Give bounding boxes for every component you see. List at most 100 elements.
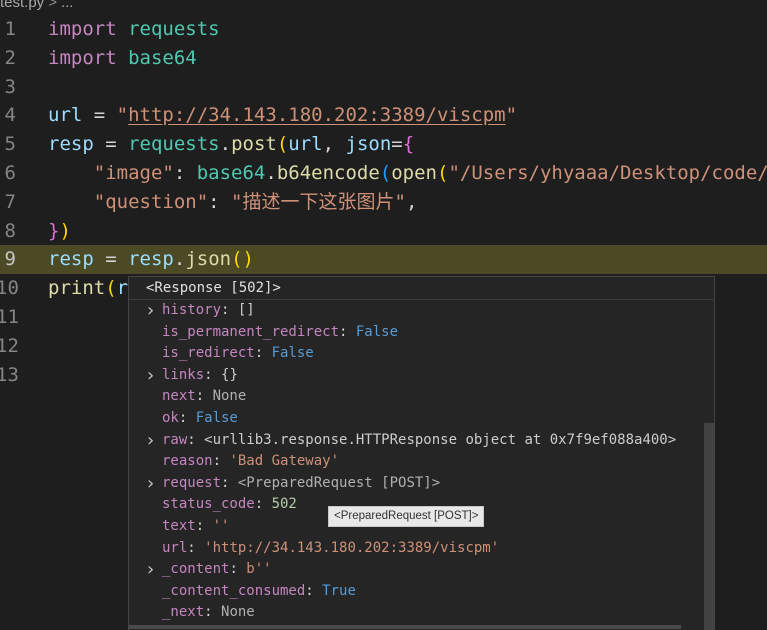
code-text[interactable]: import base64 — [48, 44, 197, 73]
variable-value: None — [221, 604, 255, 621]
code-token: url — [288, 133, 323, 156]
variable-value: 'http://34.143.180.202:3389/viscpm' — [204, 539, 500, 556]
chevron-right-icon[interactable]: › — [145, 365, 157, 386]
tree-row[interactable]: › raw: <urllib3.response.HTTPResponse obj… — [129, 430, 704, 451]
separator: : — [339, 323, 356, 340]
code-editor[interactable]: test.py >... 1 import requests 2 import base… — [0, 0, 767, 630]
code-line[interactable]: 2 import base64 — [0, 44, 767, 73]
variable-value: 502 — [271, 496, 297, 513]
debug-hover-widget[interactable]: <Response [502]> › history: [] is_permanen… — [128, 276, 715, 630]
code-token: } — [48, 219, 60, 242]
chevron-right-icon[interactable]: › — [145, 300, 157, 321]
variable-name: url — [162, 539, 188, 556]
code-token: http://34.143.180.202:3389/viscpm — [128, 104, 506, 127]
tree-row[interactable]: _content_consumed: True — [129, 581, 704, 602]
code-token: json — [185, 248, 232, 271]
line-number: 11 — [0, 306, 19, 328]
code-token: import — [48, 18, 117, 40]
breadcrumb[interactable]: test.py >... — [0, 0, 73, 12]
separator: : — [221, 302, 238, 318]
line-number: 12 — [0, 334, 19, 357]
chevron-right-icon[interactable]: › — [145, 473, 157, 494]
variable-value: True — [322, 582, 356, 599]
code-token: ( — [379, 162, 392, 184]
vertical-scrollbar[interactable] — [704, 423, 714, 630]
code-token: = — [391, 133, 403, 156]
tree-row[interactable]: url: 'http://34.143.180.202:3389/viscpm' — [129, 538, 704, 559]
code-token: { — [402, 133, 415, 156]
hover-title[interactable]: <Response [502]> — [129, 277, 714, 300]
code-token: ( — [105, 277, 117, 300]
code-token: requests — [128, 133, 220, 156]
separator: : — [195, 388, 213, 405]
code-line[interactable]: 8}) — [0, 217, 767, 246]
tree-row[interactable]: _next: None — [129, 602, 704, 623]
variable-name: _content_consumed — [162, 582, 306, 599]
code-text[interactable]: "image": base64.b64encode(open("/Users/y… — [48, 159, 767, 188]
code-line[interactable]: 5 resp = requests.post(url, json={ — [0, 130, 767, 159]
separator: : — [254, 496, 272, 513]
variable-name: links — [162, 366, 205, 383]
variable-value: 'Bad Gateway' — [229, 453, 340, 470]
tree-item: raw: <urllib3.response.HTTPResponse obje… — [162, 430, 676, 451]
variable-name: next — [162, 388, 196, 405]
tree-row[interactable]: is_redirect: False — [129, 343, 704, 364]
code-token: = — [93, 133, 129, 156]
code-token: resp — [48, 248, 94, 271]
tree-row[interactable]: › history: [] — [129, 300, 704, 321]
code-token: ( — [437, 162, 449, 184]
line-number: 3 — [4, 75, 16, 98]
code-token: open — [391, 162, 437, 184]
separator: : — [187, 539, 205, 556]
tree-row[interactable]: is_permanent_redirect: False — [129, 322, 704, 343]
code-text[interactable]: url = "http://34.143.180.202:3389/viscpm… — [48, 101, 517, 130]
tree-item: is_redirect: False — [162, 343, 314, 364]
code-text[interactable]: import requests — [48, 15, 220, 44]
code-line[interactable]: 3 — [0, 73, 767, 102]
breadcrumb-more[interactable]: ... — [61, 0, 74, 11]
code-token: import — [48, 46, 117, 69]
code-text[interactable]: resp = resp.json() — [48, 245, 254, 274]
code-token: ) — [59, 219, 71, 242]
tree-row[interactable]: ok: False — [129, 408, 704, 429]
code-token: b64encode — [276, 162, 380, 184]
code-token: ( — [276, 133, 289, 156]
code-token: url — [48, 104, 83, 127]
code-token: r — [116, 277, 129, 300]
variable-name: _next — [162, 604, 205, 621]
code-token: = — [82, 104, 117, 127]
chevron-right-icon[interactable]: › — [145, 559, 157, 580]
separator: : — [229, 561, 247, 578]
tree-row[interactable]: › _content: b'' — [129, 559, 704, 580]
code-text[interactable]: print(r — [48, 274, 128, 303]
variable-value: False — [195, 410, 238, 426]
code-text[interactable]: "question": "描述一下这张图片", — [48, 188, 418, 217]
code-text[interactable]: }) — [48, 217, 71, 246]
tree-row[interactable]: › request: <PreparedRequest [POST]> — [129, 473, 704, 494]
code-token: . — [219, 133, 232, 156]
variable-value: <urllib3.response.HTTPResponse object at… — [204, 431, 677, 448]
code-token: base64 — [196, 162, 266, 184]
variable-value: False — [271, 345, 314, 362]
line-number: 5 — [4, 133, 16, 156]
tree-row[interactable]: next: None — [129, 386, 704, 407]
tree-row[interactable]: reason: 'Bad Gateway' — [129, 451, 704, 472]
code-line[interactable]: 7 "question": "描述一下这张图片", — [0, 188, 767, 217]
code-line[interactable]: 9 resp = resp.json() — [0, 245, 767, 275]
tree-item: _content: b'' — [162, 559, 272, 580]
tree-item: _content_consumed: True — [162, 581, 356, 602]
code-line[interactable]: 4 url = "http://34.143.180.202:3389/viscp… — [0, 101, 767, 130]
code-line[interactable]: 6 "image": base64.b64encode(open("/Users… — [0, 159, 767, 188]
breadcrumb-file[interactable]: test.py — [0, 0, 44, 11]
code-text[interactable]: resp = requests.post(url, json={ — [48, 130, 414, 159]
variable-name: history — [162, 302, 222, 318]
code-line[interactable]: 1 import requests — [0, 15, 767, 44]
variable-name: raw — [162, 431, 188, 448]
tree-row[interactable]: › links: {} — [129, 365, 704, 386]
horizontal-scrollbar[interactable] — [129, 625, 681, 629]
code-token: : — [173, 162, 197, 184]
chevron-right-icon[interactable]: › — [145, 430, 157, 451]
line-number: 1 — [4, 18, 16, 40]
